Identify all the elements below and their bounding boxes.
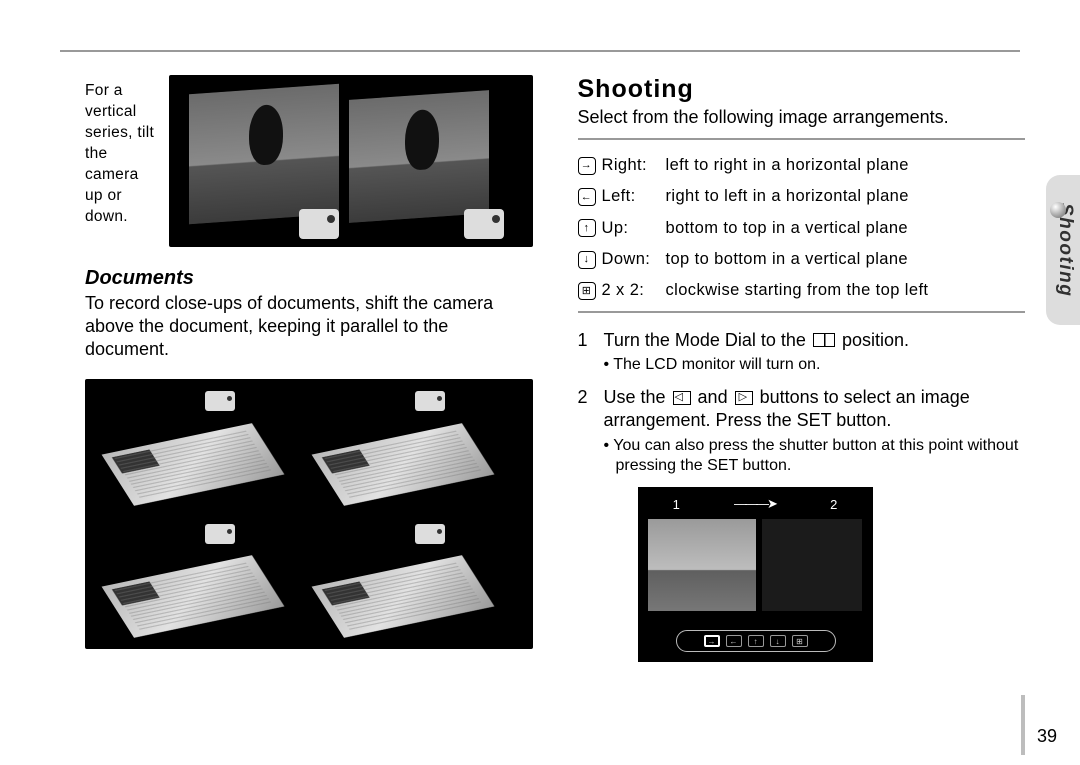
divider-top bbox=[578, 138, 1026, 140]
lcd-mode-down-icon: ↓ bbox=[770, 635, 786, 647]
arrangement-key: Right: bbox=[602, 150, 660, 181]
arrangement-desc: left to right in a horizontal plane bbox=[666, 150, 1026, 181]
arrangement-icon: ↓ bbox=[578, 251, 596, 269]
lcd-next-frame-slot bbox=[762, 519, 862, 611]
lcd-mode-right-icon: → bbox=[704, 635, 720, 647]
stitch-mode-icon bbox=[813, 333, 835, 347]
left-column: For a vertical series, tilt the camera u… bbox=[85, 75, 533, 745]
lcd-mode-up-icon: ↑ bbox=[748, 635, 764, 647]
step-1-bullet: • The LCD monitor will turn on. bbox=[604, 355, 1026, 376]
step-2-bullet: • You can also press the shutter button … bbox=[604, 436, 1026, 478]
arrangement-key: Down: bbox=[602, 244, 660, 275]
arrangement-row: ⊞ 2 x 2:clockwise starting from the top l… bbox=[578, 275, 1026, 306]
step-1: 1 Turn the Mode Dial to the position. • … bbox=[578, 329, 1026, 376]
step-1-text-a: Turn the Mode Dial to the bbox=[604, 330, 811, 350]
documents-paragraph: To record close-ups of documents, shift … bbox=[85, 292, 533, 361]
step-2-text-a: Use the bbox=[604, 387, 671, 407]
step-1-text-b: position. bbox=[837, 330, 909, 350]
step-2: 2 Use the and buttons to select an image… bbox=[578, 386, 1026, 477]
arrangement-desc: top to bottom in a vertical plane bbox=[666, 244, 1026, 275]
lcd-captured-frame bbox=[648, 519, 756, 611]
vertical-series-figure bbox=[169, 75, 533, 247]
right-button-icon bbox=[735, 391, 753, 405]
arrangement-icon: ← bbox=[578, 188, 596, 206]
arrangement-key: Left: bbox=[602, 181, 660, 212]
divider-bottom bbox=[578, 311, 1026, 313]
section-tab: Shooting bbox=[1046, 175, 1080, 325]
lcd-preview: 1 ———➤ 2 → ← ↑ ↓ ⊞ bbox=[638, 487, 873, 662]
step-2-text-b: and bbox=[693, 387, 733, 407]
tab-indicator-dot bbox=[1050, 202, 1066, 218]
lcd-slot-2-number: 2 bbox=[830, 497, 837, 512]
arrangement-desc: right to left in a horizontal plane bbox=[666, 181, 1026, 212]
step-2-number: 2 bbox=[578, 386, 592, 477]
page-number-bar bbox=[1021, 695, 1025, 755]
shooting-lead: Select from the following image arrangem… bbox=[578, 107, 1026, 128]
vertical-series-block: For a vertical series, tilt the camera u… bbox=[85, 75, 533, 247]
left-button-icon bbox=[673, 391, 691, 405]
arrangement-icon: ⊞ bbox=[578, 282, 596, 300]
top-rule bbox=[60, 50, 1020, 52]
right-column: Shooting Select from the following image… bbox=[578, 75, 1026, 745]
arrangement-row: → Right:left to right in a horizontal pla… bbox=[578, 150, 1026, 181]
arrangement-desc: clockwise starting from the top left bbox=[666, 275, 1026, 306]
lcd-arrow-icon: ———➤ bbox=[734, 496, 776, 512]
documents-heading: Documents bbox=[85, 267, 533, 290]
lcd-mode-2x2-icon: ⊞ bbox=[792, 635, 808, 647]
arrangement-icon: → bbox=[578, 157, 596, 175]
arrangement-desc: bottom to top in a vertical plane bbox=[666, 213, 1026, 244]
vertical-series-note: For a vertical series, tilt the camera u… bbox=[85, 75, 157, 227]
lcd-mode-bar: → ← ↑ ↓ ⊞ bbox=[676, 630, 836, 652]
documents-figure bbox=[85, 379, 533, 649]
arrangement-row: ← Left:right to left in a horizontal plan… bbox=[578, 181, 1026, 212]
lcd-slot-1-number: 1 bbox=[673, 497, 680, 512]
shooting-heading: Shooting bbox=[578, 75, 1026, 104]
arrangement-row: ↓ Down:top to bottom in a vertical plane bbox=[578, 244, 1026, 275]
arrangements-table: → Right:left to right in a horizontal pla… bbox=[578, 150, 1026, 307]
arrangement-icon: ↑ bbox=[578, 219, 596, 237]
lcd-mode-left-icon: ← bbox=[726, 635, 742, 647]
steps: 1 Turn the Mode Dial to the position. • … bbox=[578, 329, 1026, 478]
step-1-number: 1 bbox=[578, 329, 592, 376]
arrangement-key: 2 x 2: bbox=[602, 275, 660, 306]
arrangement-key: Up: bbox=[602, 213, 660, 244]
arrangement-row: ↑ Up:bottom to top in a vertical plane bbox=[578, 213, 1026, 244]
page-number: 39 bbox=[1037, 726, 1057, 747]
page-body: For a vertical series, tilt the camera u… bbox=[85, 75, 1025, 745]
